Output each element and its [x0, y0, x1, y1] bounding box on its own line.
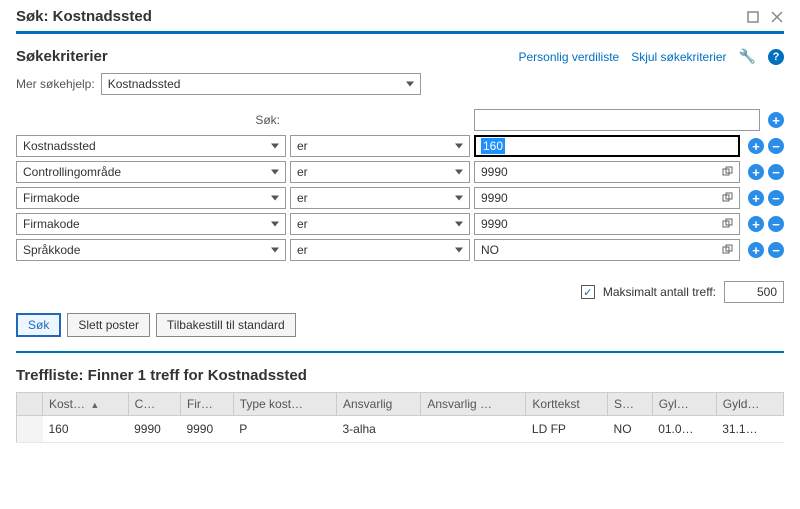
table-cell: 31.1…	[716, 416, 783, 443]
value-help-icon[interactable]	[721, 191, 735, 205]
criteria-heading: Søkekriterier	[16, 48, 108, 65]
table-row[interactable]: 16099909990P3-alhaLD FPNO01.0…31.1…	[17, 416, 784, 443]
criterion-value-input[interactable]: 160	[474, 135, 740, 157]
personal-value-list-link[interactable]: Personlig verdiliste	[518, 50, 619, 64]
sort-ascending-icon: ▲	[88, 400, 99, 410]
criterion-row: Firmakode er 9990 +−	[16, 213, 784, 235]
results-table: Kost… ▲C…Fir…Type kost…AnsvarligAnsvarli…	[16, 392, 784, 443]
column-header[interactable]: S…	[608, 393, 653, 416]
column-header[interactable]: Type kost…	[233, 393, 336, 416]
criterion-field-select[interactable]: Språkkode	[16, 239, 286, 261]
criterion-row: Kostnadssted er 160 +−	[16, 135, 784, 157]
criterion-value-input[interactable]: NO	[474, 239, 740, 261]
table-cell: 9990	[128, 416, 180, 443]
table-cell: 3-alha	[336, 416, 420, 443]
criterion-field-select[interactable]: Firmakode	[16, 213, 286, 235]
column-header[interactable]: Ansvarlig	[336, 393, 420, 416]
criterion-operator-select[interactable]: er	[290, 239, 470, 261]
help-icon[interactable]: ?	[768, 49, 784, 65]
table-cell: 160	[43, 416, 129, 443]
close-icon[interactable]	[770, 10, 784, 24]
value-help-icon[interactable]	[721, 217, 735, 231]
add-criterion-button[interactable]: +	[748, 190, 764, 206]
column-header[interactable]: C…	[128, 393, 180, 416]
more-search-help-value: Kostnadssted	[108, 77, 181, 91]
criterion-value: 160	[481, 138, 505, 154]
criterion-operator-select[interactable]: er	[290, 187, 470, 209]
value-help-icon[interactable]	[721, 165, 735, 179]
row-selector-cell[interactable]	[17, 416, 43, 443]
criterion-row: Controllingområde er 9990 +−	[16, 161, 784, 183]
criterion-field-select[interactable]: Controllingområde	[16, 161, 286, 183]
remove-criterion-button[interactable]: −	[768, 138, 784, 154]
criterion-value-input[interactable]: 9990	[474, 161, 740, 183]
add-criterion-button[interactable]: +	[748, 138, 764, 154]
remove-criterion-button[interactable]: −	[768, 216, 784, 232]
criterion-operator-label: er	[297, 243, 308, 257]
max-hits-label: Maksimalt antall treff:	[603, 285, 716, 299]
value-help-icon[interactable]	[721, 243, 735, 257]
add-criterion-button[interactable]: +	[748, 242, 764, 258]
max-hits-input[interactable]: 500	[724, 281, 784, 303]
maximize-icon[interactable]	[746, 10, 760, 24]
criterion-value: 9990	[481, 165, 508, 179]
settings-icon[interactable]: 🔧	[739, 48, 756, 65]
table-cell: 9990	[180, 416, 233, 443]
criterion-operator-select[interactable]: er	[290, 135, 470, 157]
criterion-operator-label: er	[297, 165, 308, 179]
add-criterion-button[interactable]: +	[748, 164, 764, 180]
criterion-operator-label: er	[297, 191, 308, 205]
table-cell: LD FP	[526, 416, 608, 443]
criterion-value-input[interactable]: 9990	[474, 213, 740, 235]
table-cell: 01.0…	[652, 416, 716, 443]
remove-criterion-button[interactable]: −	[768, 164, 784, 180]
table-cell: P	[233, 416, 336, 443]
criterion-value: 9990	[481, 217, 508, 231]
criterion-operator-label: er	[297, 139, 308, 153]
table-cell	[421, 416, 526, 443]
hide-criteria-link[interactable]: Skjul søkekriterier	[631, 50, 726, 64]
criterion-field-label: Firmakode	[23, 217, 80, 231]
add-criterion-button[interactable]: +	[768, 112, 784, 128]
column-header[interactable]: Ansvarlig …	[421, 393, 526, 416]
window-title: Søk: Kostnadssted	[16, 8, 152, 25]
remove-criterion-button[interactable]: −	[768, 242, 784, 258]
criterion-value: NO	[481, 243, 499, 257]
search-label: Søk:	[16, 113, 286, 127]
criterion-value-input[interactable]: 9990	[474, 187, 740, 209]
criterion-row: Språkkode er NO +−	[16, 239, 784, 261]
column-header[interactable]: Fir…	[180, 393, 233, 416]
criterion-operator-label: er	[297, 217, 308, 231]
criterion-field-label: Controllingområde	[23, 165, 121, 179]
table-cell: NO	[608, 416, 653, 443]
more-search-help-label: Mer søkehjelp:	[16, 77, 95, 91]
search-button[interactable]: Søk	[16, 313, 61, 337]
criterion-value: 9990	[481, 191, 508, 205]
criterion-field-select[interactable]: Kostnadssted	[16, 135, 286, 157]
column-header[interactable]: Gyld…	[716, 393, 783, 416]
max-hits-checkbox[interactable]: ✓	[581, 285, 595, 299]
column-header[interactable]: Gyl…	[652, 393, 716, 416]
criterion-operator-select[interactable]: er	[290, 213, 470, 235]
more-search-help-select[interactable]: Kostnadssted	[101, 73, 421, 95]
column-header[interactable]: Korttekst	[526, 393, 608, 416]
clear-entries-button[interactable]: Slett poster	[67, 313, 150, 337]
column-header[interactable]: Kost… ▲	[43, 393, 129, 416]
max-hits-value: 500	[757, 285, 777, 299]
row-selector-header	[17, 393, 43, 416]
reset-to-default-button[interactable]: Tilbakestill til standard	[156, 313, 296, 337]
remove-criterion-button[interactable]: −	[768, 190, 784, 206]
results-heading: Treffliste: Finner 1 treff for Kostnadss…	[16, 367, 784, 384]
criterion-field-label: Firmakode	[23, 191, 80, 205]
add-criterion-button[interactable]: +	[748, 216, 764, 232]
criterion-row: Firmakode er 9990 +−	[16, 187, 784, 209]
criterion-operator-select[interactable]: er	[290, 161, 470, 183]
search-input[interactable]	[474, 109, 760, 131]
criterion-field-label: Språkkode	[23, 243, 80, 257]
criterion-field-select[interactable]: Firmakode	[16, 187, 286, 209]
criterion-field-label: Kostnadssted	[23, 139, 96, 153]
